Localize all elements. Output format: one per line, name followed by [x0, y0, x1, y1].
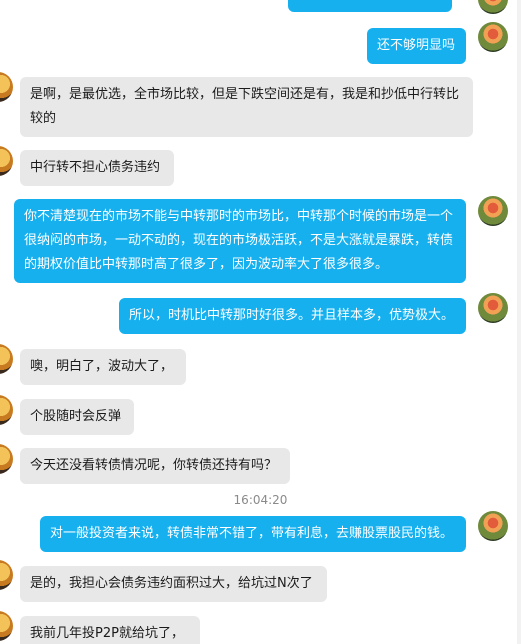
message-bubble-incoming: 个股随时会反弹 [20, 399, 134, 435]
message-timestamp: 16:04:20 [233, 493, 288, 507]
avatar[interactable] [0, 344, 13, 374]
message-bubble-incoming: 我前几年投P2P就给坑了， [20, 616, 200, 644]
avatar[interactable] [0, 72, 13, 102]
message-bubble-outgoing: 所以，时机比中转那时好很多。并且样本多，优势极大。 [119, 298, 466, 334]
avatar[interactable] [478, 511, 508, 541]
avatar[interactable] [0, 560, 13, 590]
avatar[interactable] [478, 0, 508, 14]
avatar[interactable] [478, 22, 508, 52]
avatar[interactable] [0, 395, 13, 425]
avatar[interactable] [478, 293, 508, 323]
message-bubble-outgoing: 还不够明显吗 [367, 28, 466, 64]
avatar[interactable] [0, 611, 13, 641]
message-bubble-incoming: 今天还没看转债情况呢，你转债还持有吗？ [20, 448, 290, 484]
chat-window: 还不够明显吗 是啊，是最优选，全市场比较，但是下跌空间还是有，我是和抄低中行转比… [0, 0, 521, 644]
message-bubble-outgoing: 对一般投资者来说，转债非常不错了，带有利息，去赚股票股民的钱。 [40, 516, 466, 552]
avatar[interactable] [0, 146, 13, 176]
message-bubble-incoming: 是啊，是最优选，全市场比较，但是下跌空间还是有，我是和抄低中行转比较的 [20, 77, 473, 137]
message-bubble-incoming: 噢，明白了，波动大了， [20, 349, 186, 385]
avatar[interactable] [478, 196, 508, 226]
message-bubble-incoming: 中行转不担心债务违约 [20, 150, 174, 186]
message-bubble-incoming: 是的，我担心会债务违约面积过大，给坑过N次了 [20, 566, 327, 602]
message-bubble-cutoff [288, 0, 452, 12]
scrollbar[interactable] [517, 0, 521, 644]
avatar[interactable] [0, 444, 13, 474]
message-bubble-outgoing: 你不清楚现在的市场不能与中转那时的市场比，中转那个时候的市场是一个很纳闷的市场，… [14, 199, 466, 283]
